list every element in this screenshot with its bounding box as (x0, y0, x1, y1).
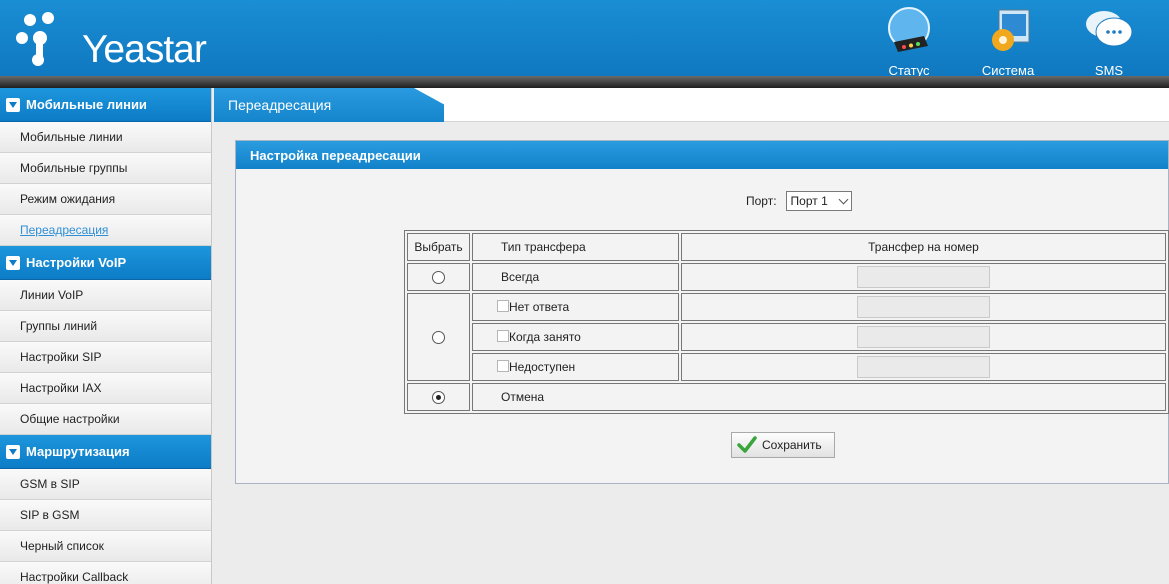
sidebar-item-call-forwarding[interactable]: Переадресация (0, 215, 211, 246)
sidebar-item-sip-settings[interactable]: Настройки SIP (0, 342, 211, 373)
table-row-unavailable: Недоступен (407, 353, 1166, 381)
sidebar-section-title: Маршрутизация (26, 444, 130, 459)
sidebar-item-general-settings[interactable]: Общие настройки (0, 404, 211, 435)
logo-text: Yeastar (82, 28, 207, 71)
header-select: Выбрать (407, 233, 470, 261)
save-button-label: Сохранить (762, 438, 822, 452)
checkbox-no-answer[interactable] (497, 300, 509, 312)
label-cancel: Отмена (472, 383, 1166, 411)
sidebar-item-gsm-to-sip[interactable]: GSM в SIP (0, 469, 211, 500)
sidebar-section-routing[interactable]: Маршрутизация (0, 435, 211, 469)
radio-always[interactable] (432, 271, 445, 285)
port-select-value: Порт 1 (790, 194, 828, 208)
table-row-cancel: Отмена (407, 383, 1166, 411)
port-label: Порт: (746, 194, 777, 208)
sidebar-section-title: Настройки VoIP (26, 255, 127, 270)
header-divider (0, 76, 1169, 88)
radio-cancel[interactable] (432, 391, 445, 405)
radio-conditional[interactable] (432, 331, 445, 345)
forwarding-table: Выбрать Тип трансфера Трансфер на номер … (404, 230, 1169, 414)
table-row-always: Всегда (407, 263, 1166, 291)
tab-call-forwarding[interactable]: Переадресация (214, 88, 444, 122)
yeastar-logo[interactable]: Yeastar (14, 8, 224, 71)
collapse-arrow-icon (6, 444, 20, 459)
sms-chat-icon (1086, 11, 1133, 47)
nav-status[interactable]: Статус (869, 6, 949, 78)
number-input-busy[interactable] (857, 326, 990, 348)
collapse-arrow-icon (6, 255, 20, 270)
label-no-answer: Нет ответа (509, 300, 570, 314)
label-always: Всегда (472, 263, 679, 291)
sidebar-section-title: Мобильные линии (26, 97, 147, 112)
number-input-no-answer[interactable] (857, 296, 990, 318)
nav-sms[interactable]: SMS (1069, 6, 1149, 78)
yeastar-logo-mark-icon (16, 12, 54, 66)
sidebar-section-mobile-lines[interactable]: Мобильные линии (0, 88, 211, 122)
sidebar-item-mobile-lines[interactable]: Мобильные линии (0, 122, 211, 153)
sidebar-item-blacklist[interactable]: Черный список (0, 531, 211, 562)
header-transfer-number: Трансфер на номер (681, 233, 1166, 261)
sidebar-item-voip-lines[interactable]: Линии VoIP (0, 280, 211, 311)
number-input-always[interactable] (857, 266, 990, 288)
sidebar-item-sip-to-gsm[interactable]: SIP в GSM (0, 500, 211, 531)
status-router-icon (888, 7, 930, 52)
chevron-down-icon (838, 194, 848, 205)
tab-bar: Переадресация (214, 88, 1169, 122)
sidebar-item-line-groups[interactable]: Группы линий (0, 311, 211, 342)
port-select[interactable]: Порт 1 (785, 191, 852, 211)
app-header: Yeastar Статус Система SMS (0, 0, 1169, 78)
nav-system[interactable]: Система (968, 6, 1048, 78)
port-row: Порт: Порт 1 (746, 191, 852, 211)
main-content: Переадресация Настройка переадресации По… (214, 88, 1169, 584)
sidebar: Мобильные линии Мобильные линии Мобильны… (0, 88, 212, 584)
label-busy: Когда занято (509, 330, 581, 344)
sidebar-item-iax-settings[interactable]: Настройки IAX (0, 373, 211, 404)
table-header-row: Выбрать Тип трансфера Трансфер на номер (407, 233, 1166, 261)
save-button[interactable]: Сохранить (731, 432, 835, 458)
header-transfer-type: Тип трансфера (472, 233, 679, 261)
checkmark-icon (737, 436, 757, 453)
system-gear-icon (992, 9, 1030, 51)
table-row-no-answer: Нет ответа (407, 293, 1166, 381)
sidebar-item-standby-mode[interactable]: Режим ожидания (0, 184, 211, 215)
checkbox-unavailable[interactable] (497, 360, 509, 372)
table-row-busy: Когда занято (407, 323, 1166, 351)
panel-title: Настройка переадресации (236, 141, 1168, 169)
number-input-unavailable[interactable] (857, 356, 990, 378)
collapse-arrow-icon (6, 97, 20, 112)
sidebar-item-callback-settings[interactable]: Настройки Callback (0, 562, 211, 584)
label-unavailable: Недоступен (509, 360, 576, 374)
forwarding-settings-panel: Настройка переадресации Порт: Порт 1 Выб… (235, 140, 1169, 484)
sidebar-section-voip-settings[interactable]: Настройки VoIP (0, 246, 211, 280)
sidebar-item-mobile-groups[interactable]: Мобильные группы (0, 153, 211, 184)
checkbox-busy[interactable] (497, 330, 509, 342)
